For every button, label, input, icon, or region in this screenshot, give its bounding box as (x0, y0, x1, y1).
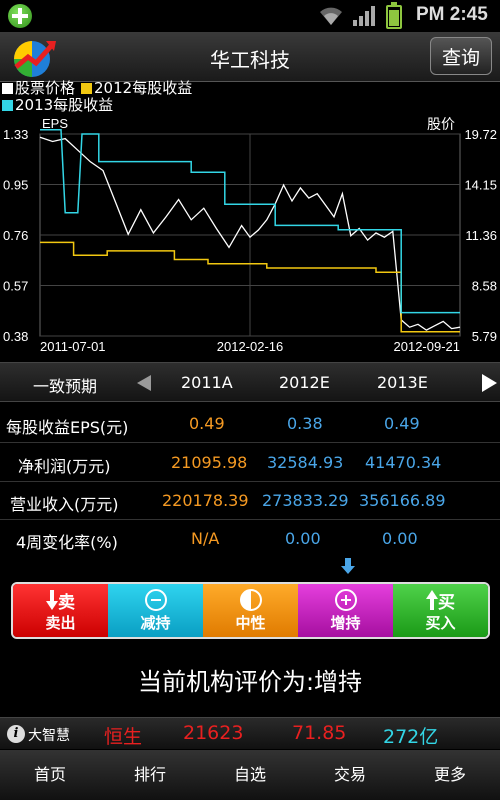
cell-value: 21095.98 (171, 453, 248, 472)
eps-price-chart: EPS 股价 1.33 0.95 0.76 0.57 0.38 19.72 14.15 11.… (3, 116, 497, 354)
reduce-button[interactable]: 减持 (108, 584, 203, 637)
y2-axis-label: 股价 (427, 116, 455, 132)
y-tick-label: 0.38 (3, 329, 28, 344)
battery-icon (386, 2, 402, 29)
plus-notification-icon (8, 4, 32, 28)
cell-value: 0.49 (189, 414, 225, 433)
plus-icon (334, 588, 357, 612)
sell-label: 卖出 (45, 614, 76, 632)
y2-tick-label: 19.72 (464, 127, 497, 142)
status-time: PM 2:45 (416, 4, 488, 25)
ticker-index-name: 恒生 (104, 726, 143, 748)
y-axis-label: EPS (42, 116, 68, 131)
half-circle-icon (239, 588, 262, 612)
nav-trade[interactable]: 交易 (300, 750, 400, 800)
increase-button[interactable]: 增持 (298, 584, 393, 637)
nav-ranking[interactable]: 排行 (100, 750, 200, 800)
cell-value: 0.49 (384, 414, 420, 433)
cell-value: N/A (191, 529, 220, 548)
cell-value: 356166.89 (359, 491, 446, 510)
legend-label: 股票价格 (15, 79, 76, 97)
table-row: 每股收益EPS(元) 0.49 0.38 0.49 (0, 405, 500, 443)
rating-summary: 当前机构评价为:增持 (137, 668, 363, 696)
buy-label: 买入 (425, 614, 456, 632)
prev-arrow-icon[interactable] (137, 375, 151, 391)
nav-watchlist[interactable]: 自选 (200, 750, 300, 800)
next-arrow-icon[interactable] (482, 374, 497, 392)
legend-item-eps-2012: 2012每股收益 (81, 80, 192, 97)
ticker-index-value: 21623 (183, 722, 244, 744)
row-label: 净利润(万元) (18, 457, 111, 476)
title-bar: 华工科技 查询 (0, 32, 500, 82)
cell-value: 273833.29 (262, 491, 349, 510)
cell-value: 41470.34 (365, 453, 442, 472)
neutral-button[interactable]: 中性 (203, 584, 298, 637)
y-tick-label: 0.76 (3, 228, 28, 243)
forecast-header: 一致预期 2011A 2012E 2013E (0, 362, 500, 402)
y2-tick-label: 5.79 (472, 329, 497, 344)
rating-bar: 卖 卖出 减持 中性 增持 买 买入 (11, 582, 490, 639)
wifi-icon (320, 7, 342, 25)
query-button[interactable]: 查询 (430, 37, 492, 75)
table-row: 4周变化率(%) N/A 0.00 0.00 (0, 520, 500, 558)
buy-icon-text: 买 (438, 592, 455, 613)
y-tick-label: 0.57 (3, 279, 28, 294)
x-tick-label: 2012-02-16 (217, 339, 284, 354)
legend-label: 2012每股收益 (94, 79, 193, 97)
table-row: 营业收入(万元) 220178.39 273833.29 356166.89 (0, 482, 500, 520)
cell-value: 0.00 (382, 529, 418, 548)
down-arrow-icon: 卖 (46, 588, 75, 613)
y-tick-label: 1.33 (3, 127, 28, 142)
legend-swatch (2, 83, 13, 94)
cell-value: 220178.39 (162, 491, 249, 510)
legend-swatch (81, 83, 93, 94)
cell-value: 32584.93 (267, 453, 344, 472)
increase-label: 增持 (330, 614, 361, 632)
row-label: 每股收益EPS(元) (6, 418, 129, 437)
chart-grid (39, 133, 461, 337)
column-header: 2013E (377, 373, 428, 392)
column-header: 2011A (181, 373, 233, 392)
ticker-change: 71.85 (292, 722, 347, 744)
cell-value: 0.38 (287, 414, 323, 433)
y2-tick-label: 14.15 (464, 178, 497, 193)
sell-button[interactable]: 卖 卖出 (13, 584, 108, 637)
page-title: 华工科技 (210, 48, 290, 72)
ticker-bar[interactable]: i 大智慧 恒生 21623 71.85 272亿 (0, 717, 500, 749)
forecast-title: 一致预期 (33, 377, 98, 396)
neutral-label: 中性 (235, 614, 266, 632)
reduce-label: 减持 (140, 614, 171, 632)
ticker-brand: 大智慧 (28, 728, 70, 744)
table-row: 净利润(万元) 21095.98 32584.93 41470.34 (0, 444, 500, 482)
down-arrow-icon (341, 558, 355, 574)
info-icon[interactable]: i (7, 725, 25, 743)
legend-swatch (2, 100, 13, 111)
signal-strength-icon (353, 6, 375, 26)
nav-home[interactable]: 首页 (0, 750, 100, 800)
x-tick-label: 2011-07-01 (40, 339, 106, 354)
row-label: 营业收入(万元) (10, 495, 119, 514)
minus-icon (144, 588, 167, 612)
status-bar: PM 2:45 (0, 0, 500, 32)
cell-value: 0.00 (285, 529, 321, 548)
buy-button[interactable]: 买 买入 (393, 584, 488, 637)
chart-legend: 股票价格 2012每股收益 2013每股收益 (2, 80, 498, 116)
row-label: 4周变化率(%) (16, 533, 118, 552)
legend-item-eps-2013: 2013每股收益 (2, 97, 113, 114)
y2-tick-label: 11.36 (465, 228, 497, 243)
legend-item-price: 股票价格 (2, 80, 75, 97)
y2-tick-label: 8.58 (472, 279, 497, 294)
column-header: 2012E (279, 373, 330, 392)
legend-label: 2013每股收益 (15, 96, 114, 114)
up-arrow-icon: 买 (426, 588, 455, 613)
bottom-nav: 首页 排行 自选 交易 更多 (0, 750, 500, 800)
y-tick-label: 0.95 (3, 178, 28, 193)
x-tick-label: 2012-09-21 (394, 339, 461, 354)
ticker-volume: 272亿 (383, 726, 439, 748)
sell-icon-text: 卖 (58, 592, 75, 613)
nav-more[interactable]: 更多 (400, 750, 500, 800)
